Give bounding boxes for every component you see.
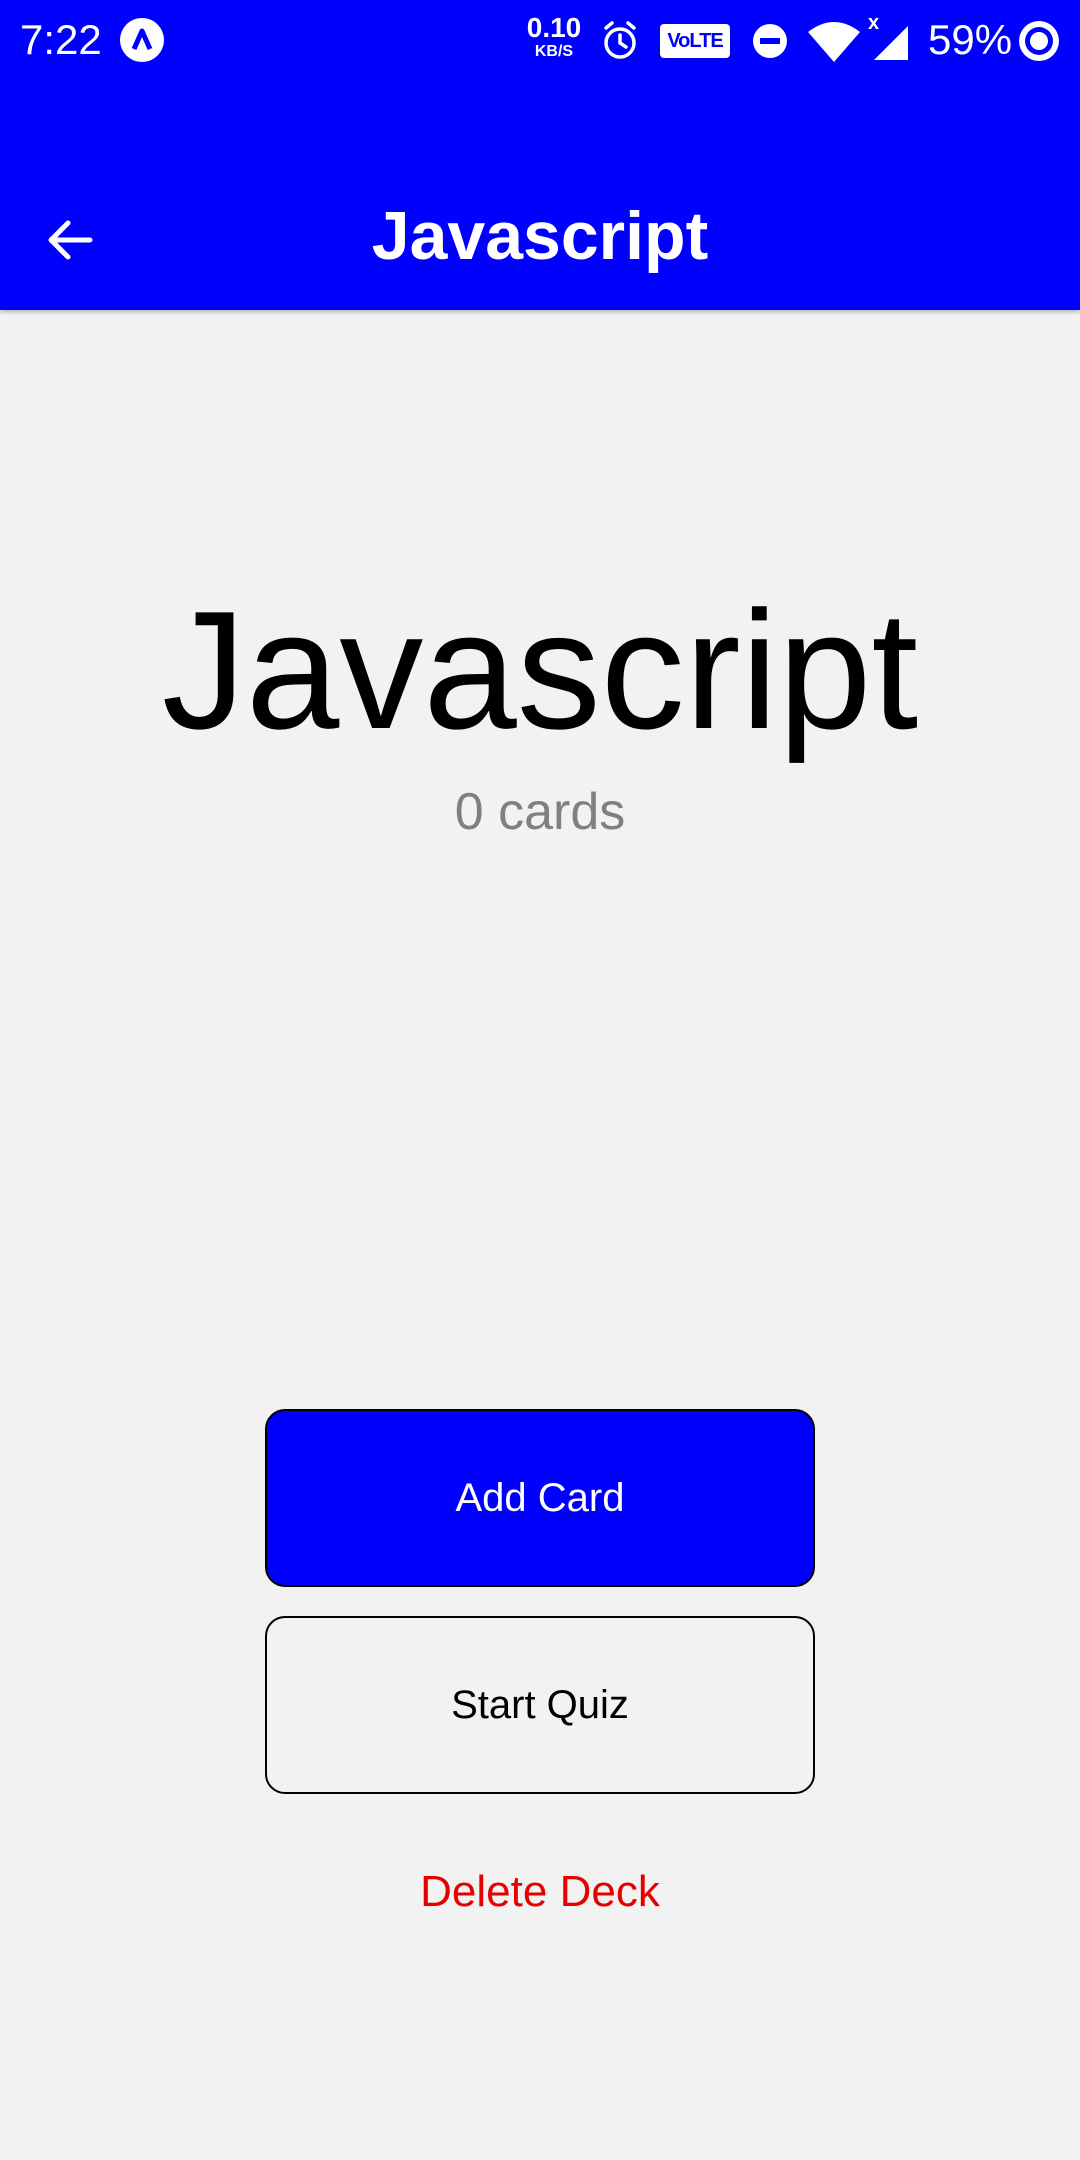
header-title: Javascript — [371, 198, 709, 274]
alarm-icon — [604, 21, 636, 59]
app-notification-icon — [120, 18, 164, 62]
deck-title: Javascript — [161, 576, 919, 764]
dnd-icon — [753, 24, 787, 58]
add-card-button[interactable]: Add Card — [265, 1409, 815, 1587]
battery-percent: 59% — [928, 16, 1013, 63]
signal-icon — [874, 26, 908, 60]
delete-deck-button[interactable]: Delete Deck — [0, 1860, 1080, 1924]
network-speed-value: 0.10 — [526, 12, 582, 43]
status-bar: 7:22 0.10 KB/S VoLTE x 59% — [0, 0, 1080, 80]
network-speed-unit: KB/S — [534, 43, 574, 60]
card-count: 0 cards — [454, 783, 626, 841]
battery-ring-icon — [1019, 21, 1059, 61]
status-time: 7:22 — [20, 16, 102, 63]
start-quiz-button[interactable]: Start Quiz — [265, 1616, 815, 1794]
network-speed: 0.10 KB/S — [524, 14, 584, 60]
volte-icon: VoLTE — [660, 24, 730, 58]
app-header: 7:22 0.10 KB/S VoLTE x 59% Javascript — [0, 0, 1080, 310]
wifi-icon — [808, 22, 860, 62]
nav-bar: Javascript — [0, 150, 1080, 310]
